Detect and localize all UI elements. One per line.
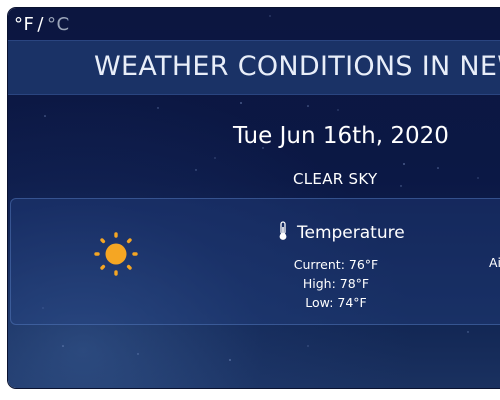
header-bar: WEATHER CONDITIONS IN NEW [8, 40, 500, 95]
next-column-fragment: + Ai [489, 221, 500, 270]
temperature-low: Low: 74°F [305, 295, 367, 310]
temperature-high: High: 78°F [302, 276, 370, 291]
sky-condition: CLEAR SKY [293, 170, 378, 188]
next-column-line-fragment: Ai [489, 255, 500, 270]
page-title: WEATHER CONDITIONS IN NEW [94, 51, 500, 82]
sun-icon [94, 232, 138, 276]
current-date: Tue Jun 16th, 2020 [233, 123, 449, 149]
conditions-panel: Temperature Current: 76°F High: 78°F Low… [10, 198, 500, 325]
unit-toggle: °F / °C [14, 14, 70, 35]
fahrenheit-toggle[interactable]: °F [14, 14, 34, 35]
unit-separator: / [37, 14, 44, 35]
weather-window: °F / °C WEATHER CONDITIONS IN NEW Tue Jun … [8, 8, 500, 388]
temperature-current: Current: 76°F [293, 257, 379, 272]
celsius-toggle[interactable]: °C [47, 14, 70, 35]
thermometer-icon [279, 221, 287, 240]
temperature-label: Temperature [297, 223, 405, 243]
temperature-header: Temperature [277, 221, 405, 243]
